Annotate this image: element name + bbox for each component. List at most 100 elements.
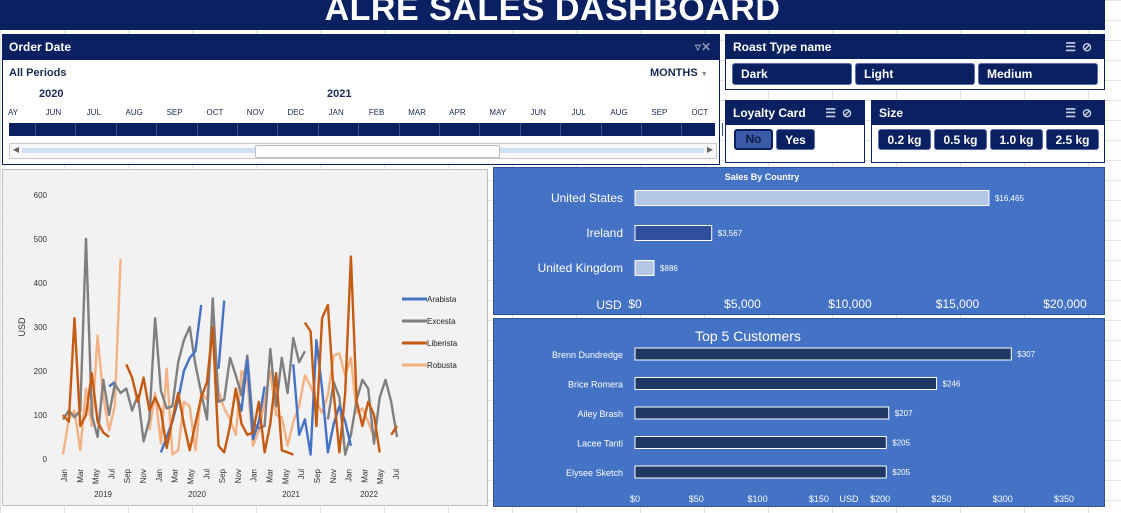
- timeline-month-divider: [317, 123, 319, 136]
- customers-chart-svg: Top 5 Customers Brenn Dundredge $307 Brice …: [552, 328, 1074, 504]
- timeline-level-dropdown[interactable]: MONTHS ▼: [650, 67, 708, 79]
- bar[interactable]: [634, 377, 938, 390]
- series-line-arabista: [217, 300, 226, 369]
- x-year-label: 2021: [282, 490, 300, 499]
- timeline-header-label: Order Date: [9, 40, 72, 54]
- bar[interactable]: [634, 436, 887, 449]
- timeline-month-label: OCT: [206, 108, 224, 117]
- data-label: $3,567: [718, 229, 743, 238]
- bar[interactable]: [634, 260, 655, 276]
- x-tick-label: Jan: [155, 469, 164, 482]
- y-tick-label: 600: [34, 191, 48, 200]
- timeline-month-label: AY: [7, 108, 19, 117]
- multi-select-icon[interactable]: ☰⊘: [825, 101, 858, 125]
- y-tick-label: 0: [43, 455, 48, 464]
- data-label: $246: [943, 380, 961, 389]
- y-tick-label: 400: [34, 279, 48, 288]
- clear-filter-icon[interactable]: ▿✕: [695, 35, 711, 60]
- timeline-month-divider: [641, 123, 642, 136]
- y-tick-label: 500: [34, 235, 48, 244]
- x-axis-title: USD: [839, 494, 859, 504]
- timeline-month-label: JUL: [571, 108, 586, 117]
- x-tick-label: $200: [870, 494, 890, 504]
- x-tick-label: Sep: [313, 468, 322, 483]
- data-label: $205: [892, 468, 910, 477]
- x-tick-label: $50: [689, 494, 704, 504]
- x-year-label: 2020: [188, 490, 206, 499]
- size-slicer: Size ☰⊘ 0.2 kg 0.5 kg 1.0 kg 2.5 kg: [871, 100, 1105, 163]
- legend-label: Liberista: [427, 339, 458, 348]
- timeline-month-divider: [479, 123, 481, 136]
- timeline-month-label: NOV: [246, 108, 265, 117]
- x-tick-label: $10,000: [828, 297, 872, 311]
- timeline-month-label: APR: [449, 108, 466, 117]
- country-chart-svg: Sales By Country United States $16,465 Irel…: [538, 172, 1087, 312]
- size-header-label: Size: [879, 106, 904, 120]
- x-tick-label: Mar: [360, 469, 369, 483]
- x-tick-label: May: [92, 469, 101, 484]
- legend-label: Excesta: [427, 317, 456, 326]
- roast-type-slicer: Roast Type name ☰⊘ Dark Light Medium: [725, 34, 1105, 90]
- category-label: Ireland: [586, 226, 623, 240]
- x-tick-label: May: [281, 469, 290, 484]
- bar[interactable]: [634, 406, 890, 420]
- x-tick-label: $150: [809, 494, 829, 504]
- roast-medium-button[interactable]: Medium: [978, 63, 1098, 85]
- roast-type-header: Roast Type name ☰⊘: [726, 35, 1104, 59]
- x-tick-label: $15,000: [936, 297, 980, 311]
- multi-select-icon[interactable]: ☰⊘: [1065, 35, 1098, 59]
- multi-select-icon[interactable]: ☰⊘: [1065, 101, 1098, 125]
- timeline-month-label: JUN: [530, 108, 546, 117]
- order-date-timeline[interactable]: Order Date ▿✕ All Periods MONTHS ▼ 2020 …: [2, 34, 723, 165]
- x-tick-label: Jan: [250, 469, 259, 482]
- x-tick-label: May: [186, 469, 195, 484]
- sales-by-country-chart[interactable]: Sales By Country United States $16,465 Irel…: [493, 167, 1105, 315]
- timeline-month-label: FEB: [368, 108, 385, 117]
- x-tick-label: Mar: [171, 469, 180, 483]
- timeline-period-label: All Periods: [9, 67, 67, 79]
- timeline-month-divider: [277, 123, 279, 136]
- size-header: Size ☰⊘: [872, 101, 1104, 125]
- timeline-month-label: AUG: [610, 108, 628, 117]
- timeline-scrollbar[interactable]: ◀ ▶: [9, 143, 717, 159]
- timeline-header: Order Date ▿✕: [3, 35, 719, 60]
- size-25kg-button[interactable]: 2.5 kg: [1046, 129, 1099, 150]
- x-tick-label: Jul: [107, 469, 116, 479]
- bar[interactable]: [634, 347, 1012, 361]
- x-tick-label: May: [376, 469, 385, 484]
- x-year-label: 2019: [94, 490, 112, 499]
- chevron-down-icon: ▼: [700, 71, 708, 78]
- data-label: $307: [1017, 350, 1035, 359]
- y-tick-label: 200: [34, 367, 48, 376]
- roast-dark-button[interactable]: Dark: [732, 63, 852, 85]
- timeline-month-label: JAN: [328, 108, 344, 117]
- timeline-month-label: SEP: [651, 108, 668, 117]
- loyalty-yes-button[interactable]: Yes: [776, 129, 815, 150]
- top-customers-chart[interactable]: Top 5 Customers Brenn Dundredge $307 Brice …: [493, 318, 1105, 507]
- x-tick-label: $350: [1054, 494, 1074, 504]
- scrollbar-thumb[interactable]: [255, 145, 500, 158]
- x-tick-label: Mar: [76, 469, 85, 483]
- scroll-left-icon[interactable]: ◀: [10, 144, 22, 156]
- size-05kg-button[interactable]: 0.5 kg: [934, 129, 987, 150]
- x-tick-label: $250: [931, 494, 951, 504]
- timeline-selection-bar[interactable]: [9, 123, 723, 136]
- bar[interactable]: [634, 465, 887, 479]
- category-label: Brice Romera: [568, 380, 623, 390]
- size-10kg-button[interactable]: 1.0 kg: [990, 129, 1043, 150]
- dashboard-title-text: ALRE SALES DASHBOARD: [324, 0, 781, 28]
- roast-type-header-label: Roast Type name: [733, 40, 832, 54]
- size-02kg-button[interactable]: 0.2 kg: [878, 129, 931, 150]
- sales-over-time-chart[interactable]: 0 100 200 300 400 500 600 USD Jan Mar May Jul Sep Nov…: [2, 169, 488, 506]
- chart-title: Top 5 Customers: [695, 328, 801, 344]
- bar[interactable]: [634, 190, 990, 206]
- roast-light-button[interactable]: Light: [855, 63, 975, 85]
- loyalty-no-button[interactable]: No: [734, 129, 773, 150]
- timeline-month-divider: [156, 123, 158, 136]
- x-year-label: 2022: [360, 490, 378, 499]
- category-label: Brenn Dundredge: [552, 350, 623, 360]
- timeline-month-divider: [358, 123, 360, 136]
- scroll-right-icon[interactable]: ▶: [704, 144, 716, 156]
- bar[interactable]: [634, 225, 713, 241]
- y-tick-label: 300: [34, 323, 48, 332]
